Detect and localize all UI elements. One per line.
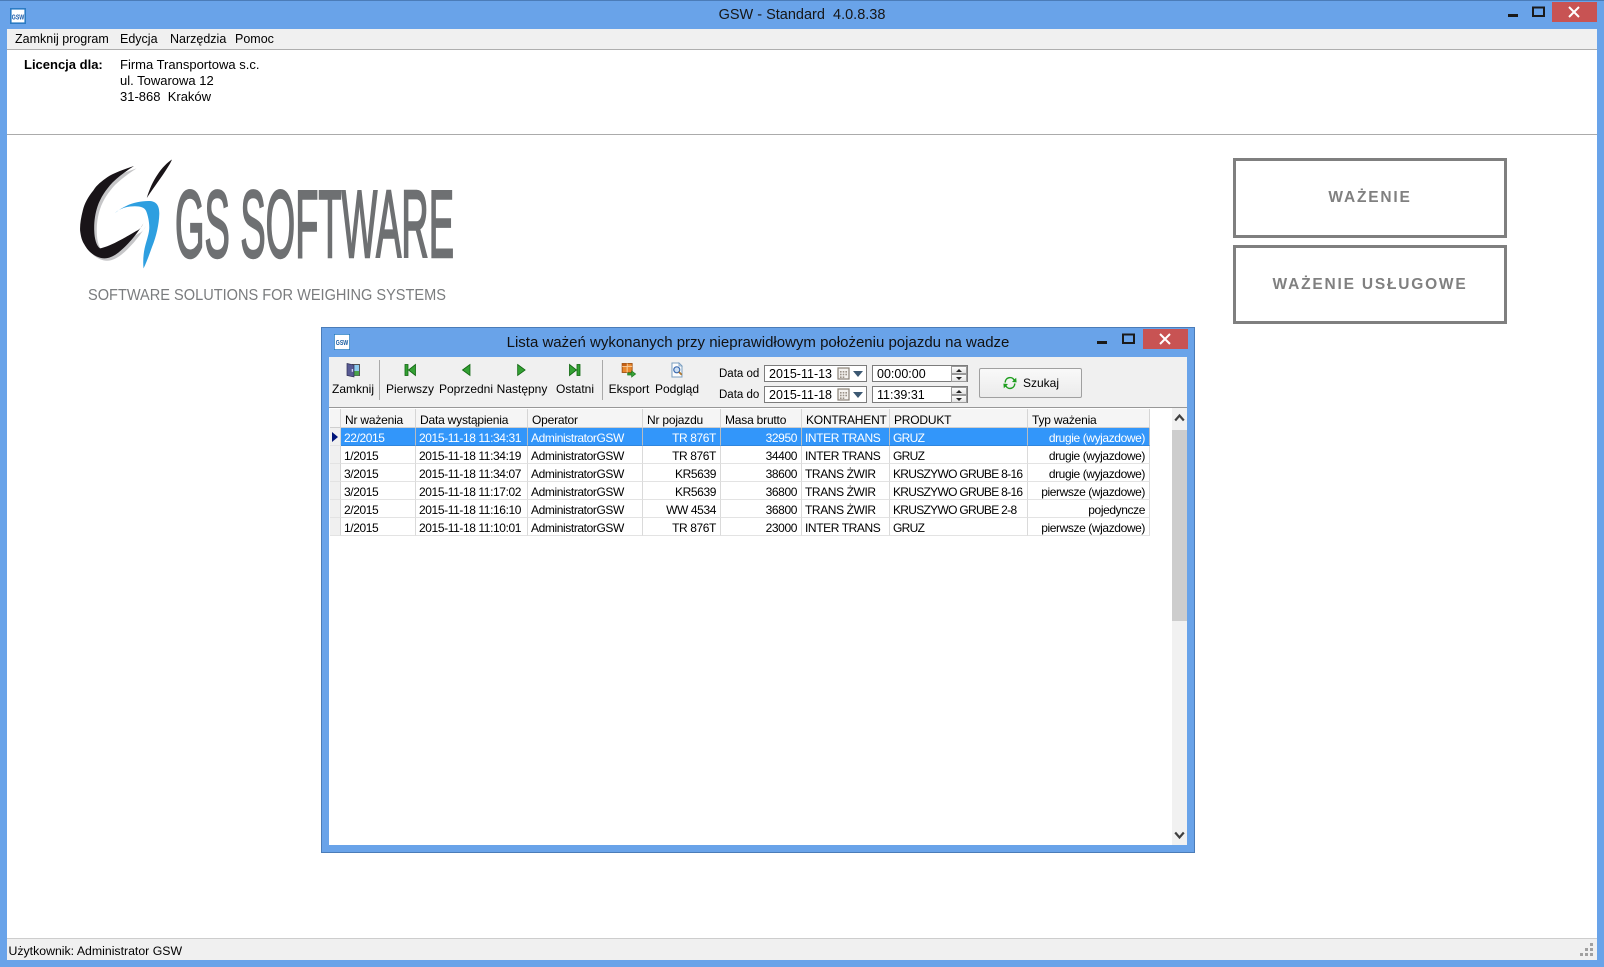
svg-text:GSW: GSW — [12, 12, 25, 21]
svg-text:GS SOFTWARE: GS SOFTWARE — [175, 171, 454, 278]
svg-text:GSW: GSW — [336, 340, 349, 347]
svg-text:SOFTWARE SOLUTIONS FOR WEIGHIN: SOFTWARE SOLUTIONS FOR WEIGHING SYSTEMS — [88, 287, 446, 304]
